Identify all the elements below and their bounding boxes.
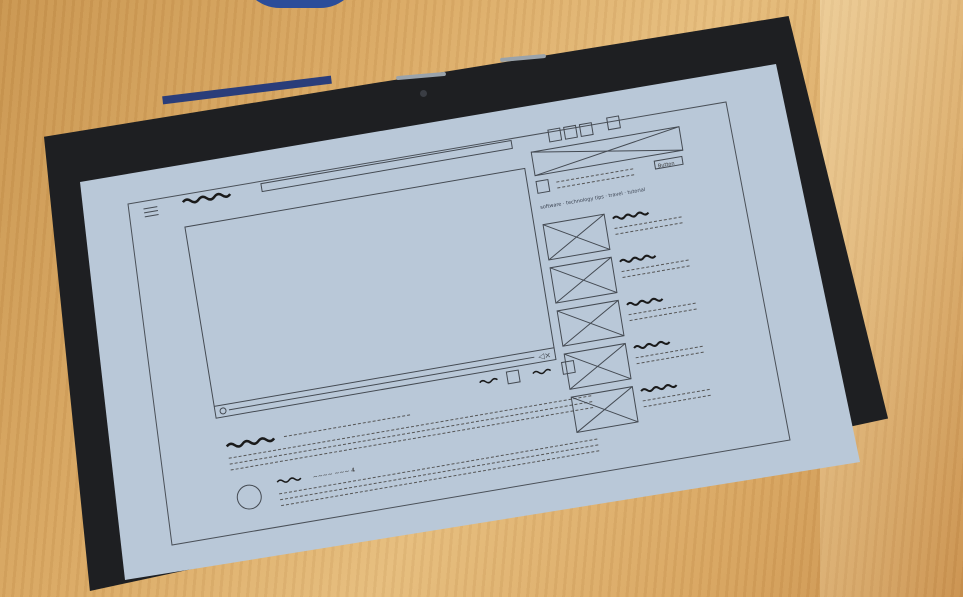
- screen-surface: [80, 64, 860, 580]
- tablet-screen: ◁× ~~~~ ~~~ 4 Button software · technolo…: [80, 64, 860, 580]
